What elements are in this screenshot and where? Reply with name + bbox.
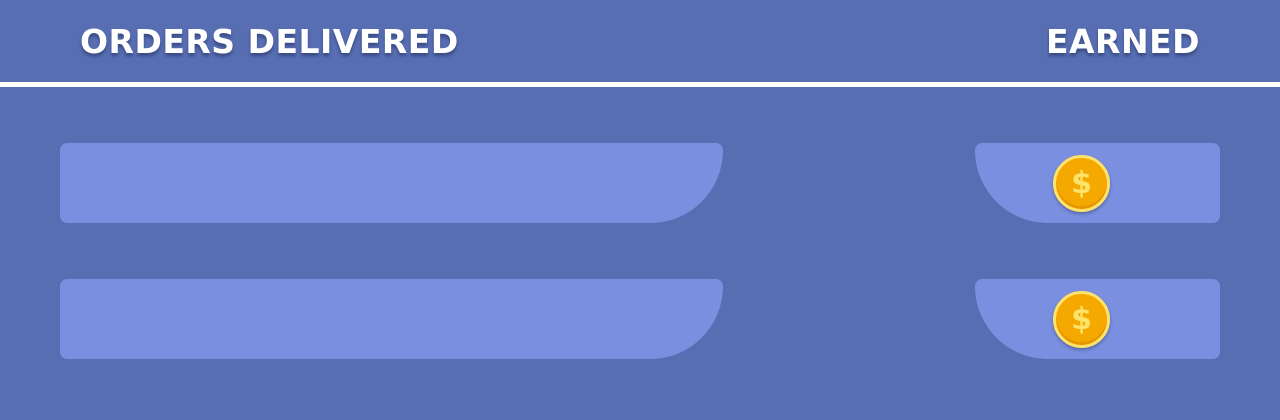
coin-icon: $ [1053, 155, 1110, 212]
header-divider [0, 82, 1280, 87]
orders-delivered-slot-1 [60, 143, 723, 223]
results-header: ORDERS DELIVERED EARNED [0, 0, 1280, 82]
orders-delivered-heading: ORDERS DELIVERED [80, 22, 459, 61]
orders-delivered-slot-2 [60, 279, 723, 359]
coin-icon: $ [1053, 291, 1110, 348]
earned-heading: EARNED [1045, 22, 1200, 61]
earned-slot-1: $ [975, 143, 1220, 223]
earned-slot-2: $ [975, 279, 1220, 359]
coin-symbol: $ [1071, 166, 1092, 201]
coin-symbol: $ [1071, 302, 1092, 337]
